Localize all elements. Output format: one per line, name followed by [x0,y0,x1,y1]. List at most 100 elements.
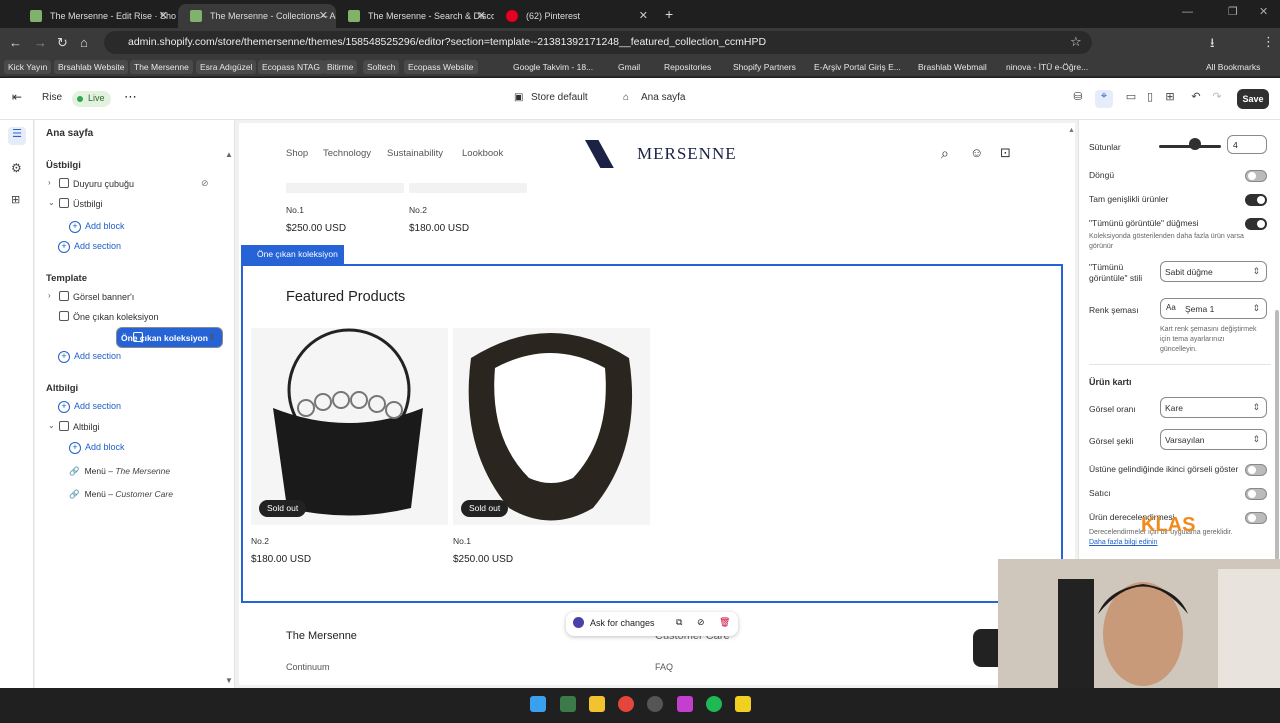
close-icon[interactable]: ✕ [159,9,168,22]
close-icon[interactable]: ✕ [639,9,648,22]
nav-technology[interactable]: Technology [323,148,371,159]
scroll-down-icon[interactable]: ▼ [225,676,233,685]
section-announcement-bar[interactable]: › Duyuru çubuğu ⊘ [43,174,217,194]
apps-icon[interactable]: ⊞ [11,193,20,206]
bookmark[interactable]: Google Takvim - 18... [513,60,593,74]
chrome-icon[interactable] [618,696,634,712]
back-icon[interactable]: ← [9,35,22,50]
account-icon[interactable]: ☺ [970,145,983,160]
maximize-icon[interactable]: ❐ [1228,5,1238,18]
close-icon[interactable]: ✕ [319,9,328,22]
bookmark[interactable]: Repositories [664,60,711,74]
home-page-icon[interactable]: ⌂ [623,92,629,103]
columns-input[interactable]: 4 [1227,135,1267,154]
nav-shop[interactable]: Shop [286,148,308,159]
section-header[interactable]: ⌄ Üstbilgi [43,194,217,214]
chevron-right-icon[interactable]: › [48,178,51,187]
scrollbar[interactable] [1275,310,1279,560]
app-icon[interactable] [647,696,663,712]
chevron-down-icon[interactable]: ⌄ [48,421,55,430]
add-block-button[interactable]: Add block [69,442,125,454]
image-ratio-select[interactable]: Kare [1160,397,1267,418]
color-scheme-select[interactable]: Aa Şema 1 [1160,298,1267,319]
exit-icon[interactable]: ⇤ [12,90,22,104]
section-image-banner[interactable]: › Görsel banner'ı [43,287,217,307]
product-name[interactable]: No.2 [251,536,269,546]
scroll-up-icon[interactable]: ▲ [1068,127,1075,134]
add-section-button[interactable]: Add section [58,351,121,363]
store-icon[interactable]: ▣ [514,92,523,103]
image-shape-select[interactable]: Varsayılan [1160,429,1267,450]
save-button[interactable]: Save [1237,89,1269,109]
bookmark[interactable]: Esra Adıgüzel [196,60,257,74]
duplicate-icon[interactable]: ⧉ [676,617,682,628]
product-image-partial[interactable] [409,183,527,193]
mobile-icon[interactable]: ▯ [1141,90,1159,108]
bookmark[interactable]: Ecopass NTAG [258,60,324,74]
product-card[interactable]: Sold out [251,328,448,525]
view-all-style-select[interactable]: Sabit düğme [1160,261,1267,282]
bookmark[interactable]: Soltech [363,60,400,74]
product-card[interactable]: Sold out [453,328,650,525]
nav-lookbook[interactable]: Lookbook [462,148,503,159]
home-icon[interactable]: ⌂ [80,35,88,50]
more-icon[interactable]: ⋯ [124,89,137,105]
browser-tab[interactable]: The Mersenne - Search & Disco ✕ [336,4,494,28]
footer-link[interactable]: FAQ [655,662,673,672]
bookmark[interactable]: Brsahlab Website [54,60,129,74]
undo-icon[interactable]: ↶ [1187,90,1205,108]
full-width-toggle[interactable] [1245,194,1267,206]
chevron-right-icon[interactable]: › [48,291,51,300]
bookmark[interactable]: E-Arşiv Portal Giriş E... [814,60,901,74]
menu-icon[interactable]: ⋮ [1262,34,1275,50]
bookmark[interactable]: Kick Yayın [4,60,52,74]
desktop-icon[interactable]: ▭ [1122,90,1140,108]
add-section-button[interactable]: Add section [58,241,121,253]
download-icon[interactable]: ⭳ [1210,34,1215,56]
close-window-icon[interactable]: ✕ [1259,5,1268,18]
section-featured-collection-selected[interactable]: Öne çıkan koleksiyon [116,327,223,348]
scroll-up-icon[interactable]: ▲ [225,150,233,159]
ask-for-changes-button[interactable]: Ask for changes [590,618,655,628]
cart-icon[interactable]: ⊡ [1000,145,1011,161]
section-featured-collection[interactable]: Öne çıkan koleksiyon [43,307,217,327]
delete-icon[interactable]: 🗑 [719,617,730,628]
hide-icon[interactable]: ⊘ [697,617,705,628]
app-icon[interactable] [560,696,576,712]
block-menu-customer-care[interactable]: 🔗 Menü – Customer Care [69,489,173,500]
settings-icon[interactable]: ⚙ [11,161,22,175]
search-icon[interactable]: ⌕ [941,145,949,162]
figma-icon[interactable] [677,696,693,712]
hidden-eye-icon[interactable]: ⊘ [201,178,209,189]
template-select[interactable]: Store default [531,92,588,103]
bookmark[interactable]: Brashlab Webmail [918,60,987,74]
new-tab-icon[interactable]: + [665,6,673,22]
bookmark[interactable]: The Mersenne [130,60,193,74]
redo-icon[interactable]: ↷ [1208,90,1226,108]
browser-tab-active[interactable]: The Mersenne - Collections – Ad ✕ [178,4,336,28]
database-icon[interactable]: ⛁ [1069,90,1087,108]
start-icon[interactable] [530,696,546,712]
page-select[interactable]: Ana sayfa [641,92,685,103]
folder-icon[interactable] [589,696,605,712]
bookmark[interactable]: ninova - İTÜ e-Öğre... [1006,60,1088,74]
add-block-button[interactable]: Add block [69,221,125,233]
inspector-icon[interactable]: ⌖ [1095,90,1113,108]
vendor-toggle[interactable] [1245,488,1267,500]
fullscreen-icon[interactable]: ⊞ [1161,90,1179,108]
bookmark[interactable]: All Bookmarks [1206,60,1260,74]
hover-image-toggle[interactable] [1245,464,1267,476]
browser-tab[interactable]: (62) Pinterest ✕ [494,4,656,28]
product-name[interactable]: No.2 [409,205,427,215]
block-menu-the-mersenne[interactable]: 🔗 Menü – The Mersenne [69,466,170,477]
rating-toggle[interactable] [1245,512,1267,524]
chevron-down-icon[interactable]: ⌄ [48,198,55,207]
product-name[interactable]: No.1 [286,205,304,215]
star-icon[interactable]: ☆ [1070,34,1082,50]
learn-more-link[interactable]: Daha fazla bilgi edinin [1089,538,1158,548]
spotify-icon[interactable] [706,696,722,712]
slider-handle[interactable] [1189,138,1201,150]
forward-icon[interactable]: → [34,35,47,50]
url-field[interactable]: admin.shopify.com/store/themersenne/them… [104,31,1092,54]
product-name[interactable]: No.1 [453,536,471,546]
